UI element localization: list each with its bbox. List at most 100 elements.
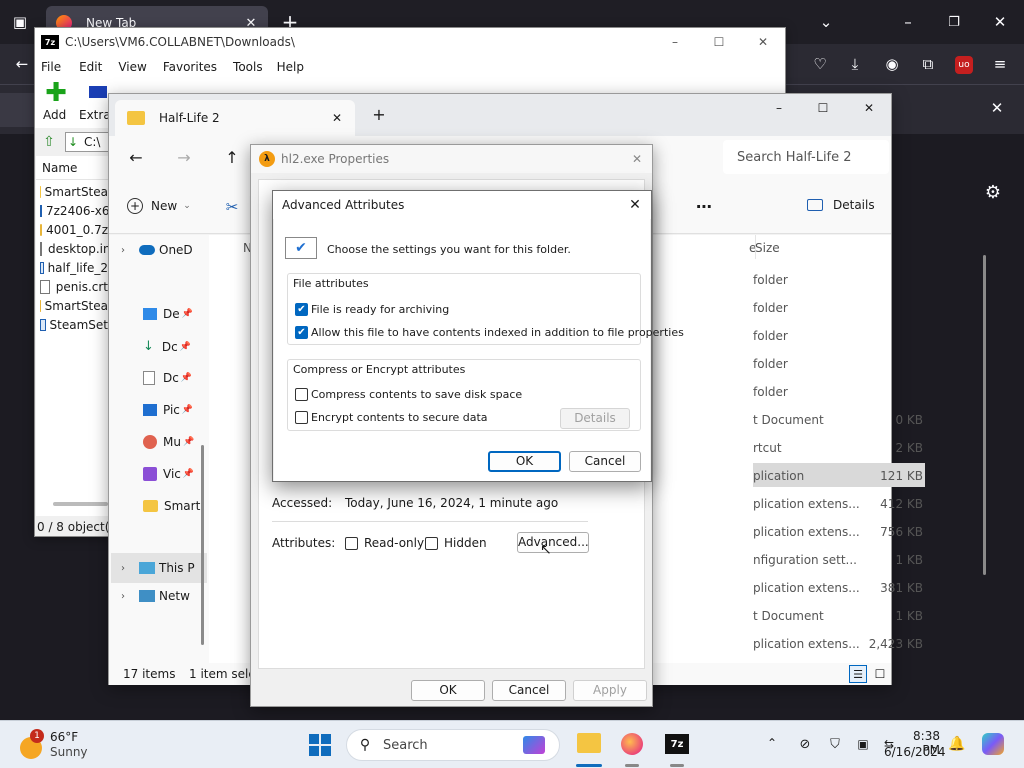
apply-button[interactable]: Apply bbox=[573, 680, 647, 701]
file-type[interactable]: rtcut bbox=[753, 441, 782, 455]
file-size[interactable]: 121 KB bbox=[857, 469, 923, 483]
minimize-icon[interactable]: – bbox=[769, 98, 789, 118]
list-item[interactable]: SmartStea bbox=[36, 296, 108, 315]
filelist-scrollbar[interactable] bbox=[983, 255, 986, 575]
close-icon[interactable]: ✕ bbox=[627, 197, 643, 213]
nav-item-music[interactable]: Mu 📌 bbox=[143, 435, 194, 449]
file-type[interactable]: folder bbox=[753, 385, 788, 399]
explorer-tab-halflife2[interactable]: Half-Life 2 ✕ bbox=[115, 100, 355, 136]
menu-view[interactable]: View bbox=[118, 60, 146, 74]
firefox-taskbar-icon[interactable] bbox=[621, 733, 643, 755]
list-item[interactable]: 4001_0.7z bbox=[36, 220, 108, 239]
file-size[interactable]: 756 KB bbox=[857, 525, 923, 539]
list-item[interactable]: SteamSet bbox=[36, 315, 108, 334]
advanced-button[interactable]: Advanced... bbox=[517, 532, 589, 553]
more-options-icon[interactable]: ⋯ bbox=[693, 196, 715, 216]
file-type[interactable]: t Document bbox=[753, 413, 824, 427]
menu-favorites[interactable]: Favorites bbox=[163, 60, 217, 74]
ok-button[interactable]: OK bbox=[411, 680, 485, 701]
sevenzip-taskbar-icon[interactable]: 7z bbox=[665, 734, 689, 754]
menu-icon[interactable]: ≡ bbox=[988, 52, 1012, 76]
cancel-button[interactable]: Cancel bbox=[569, 451, 641, 472]
file-type[interactable]: plication bbox=[753, 469, 804, 483]
file-type[interactable]: plication extens... bbox=[753, 637, 860, 651]
horizontal-scrollbar[interactable] bbox=[53, 502, 108, 506]
weather-widget[interactable]: 1 66°F Sunny bbox=[20, 729, 88, 763]
menu-edit[interactable]: Edit bbox=[79, 60, 102, 74]
up-folder-icon[interactable]: ⇧ bbox=[41, 134, 57, 150]
clock-date[interactable]: 6/16/2024 bbox=[884, 745, 946, 759]
up-icon[interactable]: ↑ bbox=[221, 146, 243, 168]
file-type[interactable]: folder bbox=[753, 301, 788, 315]
list-item[interactable]: 7z2406-x6 bbox=[36, 201, 110, 220]
new-tab-icon[interactable]: + bbox=[371, 105, 387, 124]
list-item[interactable]: half_life_2 bbox=[36, 258, 108, 277]
restore-icon[interactable]: ❐ bbox=[942, 10, 966, 34]
new-button[interactable]: + New ⌄ bbox=[127, 198, 191, 214]
back-icon[interactable]: ← bbox=[125, 146, 147, 168]
nav-item-videos[interactable]: Vic 📌 bbox=[143, 467, 194, 481]
nav-item-network[interactable]: › Netw bbox=[121, 589, 190, 603]
nav-item-thispc[interactable]: › This P bbox=[111, 553, 207, 583]
file-size[interactable]: 381 KB bbox=[857, 581, 923, 595]
list-item[interactable]: SmartStea bbox=[36, 182, 108, 201]
download-icon[interactable]: ⤓ bbox=[843, 52, 867, 76]
extract-icon[interactable] bbox=[89, 86, 107, 98]
taskbar-search[interactable]: ⚲ Search bbox=[346, 729, 560, 761]
close-icon[interactable]: ✕ bbox=[859, 98, 879, 118]
file-size[interactable]: 412 KB bbox=[857, 497, 923, 511]
file-type[interactable]: plication extens... bbox=[753, 497, 860, 511]
list-item[interactable]: desktop.in bbox=[36, 239, 111, 258]
close-icon[interactable]: ✕ bbox=[988, 10, 1012, 34]
minimize-icon[interactable]: – bbox=[665, 32, 685, 52]
column-header-size[interactable]: Size bbox=[755, 241, 780, 255]
file-type[interactable]: t Document bbox=[753, 609, 824, 623]
details-button[interactable]: Details bbox=[560, 408, 630, 429]
extensions-icon[interactable]: ⧉ bbox=[916, 52, 940, 76]
file-size[interactable]: 1 KB bbox=[857, 553, 923, 567]
file-size[interactable]: 2,423 KB bbox=[857, 637, 923, 651]
menu-help[interactable]: Help bbox=[277, 60, 304, 74]
nav-item-onedrive[interactable]: › OneD bbox=[121, 243, 193, 257]
close-tab-icon[interactable]: ✕ bbox=[329, 110, 345, 126]
column-header-name[interactable]: Name bbox=[36, 156, 108, 180]
archive-checkbox[interactable]: ✔ File is ready for archiving bbox=[295, 303, 449, 316]
hidden-checkbox[interactable]: Hidden bbox=[425, 536, 487, 550]
bell-icon[interactable]: 🔔 bbox=[948, 735, 966, 753]
encrypt-checkbox[interactable]: Encrypt contents to secure data bbox=[295, 411, 488, 424]
minimize-icon[interactable]: – bbox=[896, 10, 920, 34]
file-type[interactable]: folder bbox=[753, 357, 788, 371]
forward-icon[interactable]: → bbox=[173, 146, 195, 168]
add-label[interactable]: Add bbox=[43, 108, 66, 122]
nav-item-pictures[interactable]: Pic 📌 bbox=[143, 403, 193, 417]
file-type[interactable]: nfiguration sett... bbox=[753, 553, 857, 567]
menu-file[interactable]: File bbox=[41, 60, 61, 74]
network-disconnected-icon[interactable]: ⊘ bbox=[796, 735, 814, 753]
gear-icon[interactable]: ⚙ bbox=[981, 180, 1005, 204]
maximize-icon[interactable]: ☐ bbox=[709, 32, 729, 52]
file-explorer-taskbar-icon[interactable] bbox=[577, 733, 601, 753]
add-icon[interactable]: ✚ bbox=[45, 78, 67, 108]
file-size[interactable]: 1 KB bbox=[857, 609, 923, 623]
display-icon[interactable]: ▣ bbox=[854, 735, 872, 753]
close-notification-icon[interactable]: ✕ bbox=[985, 96, 1009, 120]
cancel-button[interactable]: Cancel bbox=[492, 680, 566, 701]
account-icon[interactable]: ◉ bbox=[880, 52, 904, 76]
index-checkbox[interactable]: ✔ Allow this file to have contents indexe… bbox=[295, 326, 684, 339]
compress-checkbox[interactable]: Compress contents to save disk space bbox=[295, 388, 522, 401]
menu-tools[interactable]: Tools bbox=[233, 60, 263, 74]
readonly-checkbox[interactable]: Read-only bbox=[345, 536, 424, 550]
file-type[interactable]: folder bbox=[753, 329, 788, 343]
start-windows-icon[interactable] bbox=[309, 734, 331, 756]
chevron-down-icon[interactable]: ⌄ bbox=[814, 10, 838, 34]
chevron-up-icon[interactable]: ⌃ bbox=[764, 735, 780, 751]
close-icon[interactable]: ✕ bbox=[753, 32, 773, 52]
nav-item-smart[interactable]: Smart bbox=[143, 499, 200, 513]
ok-button[interactable]: OK bbox=[488, 451, 561, 472]
tab-list-icon[interactable]: ▣ bbox=[8, 10, 32, 34]
file-size[interactable]: 2 KB bbox=[857, 441, 923, 455]
file-size[interactable]: 0 KB bbox=[857, 413, 923, 427]
maximize-icon[interactable]: ☐ bbox=[813, 98, 833, 118]
copilot-icon[interactable] bbox=[982, 733, 1004, 755]
pocket-icon[interactable]: ♡ bbox=[808, 52, 832, 76]
